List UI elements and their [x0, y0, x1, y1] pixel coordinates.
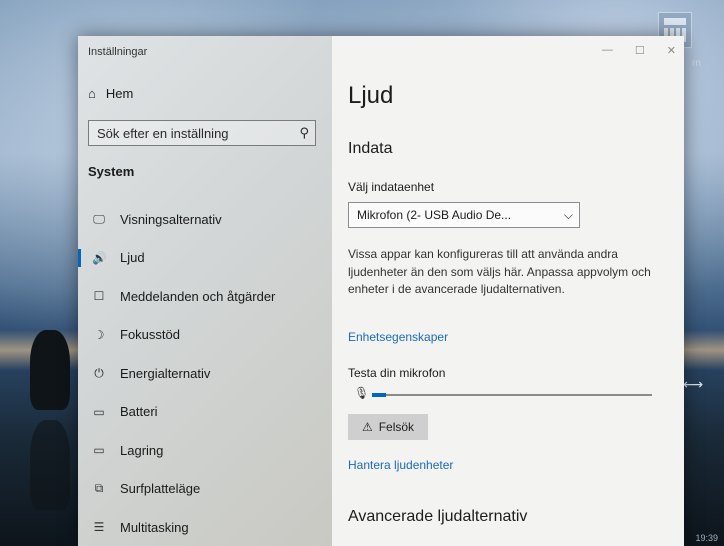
sidebar-item-visningsalternativ[interactable]: 🖵 Visningsalternativ	[78, 200, 332, 239]
resize-cursor-icon: ⟷	[683, 376, 704, 392]
sidebar-item-label: Multitasking	[120, 519, 189, 535]
multitasking-icon: ☰	[93, 520, 105, 535]
sidebar-item-label: Meddelanden och åtgärder	[120, 288, 276, 304]
sidebar-item-ljud[interactable]: 🔊 Ljud	[78, 239, 332, 278]
display-icon: 🖵	[93, 211, 105, 226]
desktop-edge-text: rn	[692, 58, 701, 69]
sidebar-item-label: Ljud	[120, 250, 145, 266]
input-heading: Indata	[348, 140, 393, 157]
mic-level-track	[372, 393, 652, 397]
notification-icon: ☐	[93, 289, 105, 304]
search-input[interactable]: Sök efter en inställning ⚲	[88, 120, 316, 146]
sidebar-item-label: Batteri	[120, 404, 158, 420]
battery-icon: ▭	[93, 404, 105, 419]
sidebar-item-surfplatteläge[interactable]: ⧉ Surfplatteläge	[78, 470, 332, 509]
window-controls: — ☐ ✕	[602, 44, 676, 57]
sidebar: Inställningar ⌂ Hem Sök efter en inställ…	[78, 36, 332, 546]
sidebar-item-label: Visningsalternativ	[120, 211, 222, 227]
manage-devices-link[interactable]: Hantera ljudenheter	[348, 458, 453, 472]
close-button[interactable]: ✕	[667, 44, 676, 57]
maximize-button[interactable]: ☐	[635, 44, 645, 57]
input-device-value: Mikrofon (2- USB Audio De...	[357, 208, 512, 222]
device-properties-link[interactable]: Enhetsegenskaper	[348, 330, 448, 344]
test-mic-label: Testa din mikrofon	[348, 366, 446, 380]
sidebar-nav: 🖵 Visningsalternativ 🔊 Ljud ☐ Meddelanden och…	[78, 200, 332, 546]
troubleshoot-button[interactable]: ⚠ Felsök	[348, 414, 428, 440]
sidebar-item-meddelanden[interactable]: ☐ Meddelanden och åtgärder	[78, 277, 332, 316]
info-text: Vissa appar kan konfigureras till att an…	[348, 247, 651, 296]
minimize-button[interactable]: —	[602, 44, 613, 57]
sidebar-item-label: Fokusstöd	[120, 327, 180, 343]
choose-input-label: Välj indataenhet	[348, 180, 435, 194]
sidebar-item-label: Lagring	[120, 442, 164, 458]
section-label-system: System	[88, 164, 135, 179]
storage-icon: ▭	[93, 443, 105, 458]
page-title: Ljud	[348, 82, 394, 109]
search-placeholder: Sök efter en inställning	[97, 125, 229, 141]
moon-icon: ☽	[93, 327, 105, 342]
app-title: Inställningar	[88, 46, 148, 58]
input-device-dropdown[interactable]: Mikrofon (2- USB Audio De... ⌵	[348, 202, 580, 228]
microphone-icon: 🎙	[354, 386, 370, 400]
mic-level-meter: 🎙	[348, 386, 658, 404]
sidebar-item-lagring[interactable]: ▭ Lagring	[78, 431, 332, 470]
search-icon: ⚲	[299, 125, 309, 140]
wallpaper-runner-silhouette	[30, 330, 70, 410]
power-icon: ⏻	[94, 365, 104, 380]
settings-window: Inställningar ⌂ Hem Sök efter en inställ…	[78, 36, 684, 546]
sidebar-item-batteri[interactable]: ▭ Batteri	[78, 393, 332, 432]
home-icon: ⌂	[88, 86, 96, 101]
speaker-icon: 🔊	[92, 250, 107, 265]
sidebar-item-fokusstöd[interactable]: ☽ Fokusstöd	[78, 316, 332, 355]
home-label: Hem	[105, 86, 134, 101]
advanced-heading: Avancerade ljudalternativ	[348, 508, 528, 525]
sidebar-item-energialternativ[interactable]: ⏻ Energialternativ	[78, 354, 332, 393]
taskbar-clock: 19:39	[695, 533, 718, 543]
mic-level-fill	[372, 393, 386, 397]
content-pane: — ☐ ✕ Ljud Indata Välj indataenhet Mikro…	[332, 36, 684, 546]
troubleshoot-label: Felsök	[378, 420, 415, 434]
sidebar-item-label: Surfplatteläge	[120, 481, 201, 497]
wallpaper-runner-reflection	[30, 420, 70, 510]
chevron-down-icon: ⌵	[563, 207, 573, 222]
sidebar-item-label: Energialternativ	[120, 365, 211, 381]
tablet-icon: ⧉	[94, 481, 104, 496]
home-link[interactable]: ⌂ Hem	[88, 86, 133, 101]
warning-icon: ⚠	[361, 420, 373, 434]
sidebar-item-multitasking[interactable]: ☰ Multitasking	[78, 508, 332, 546]
